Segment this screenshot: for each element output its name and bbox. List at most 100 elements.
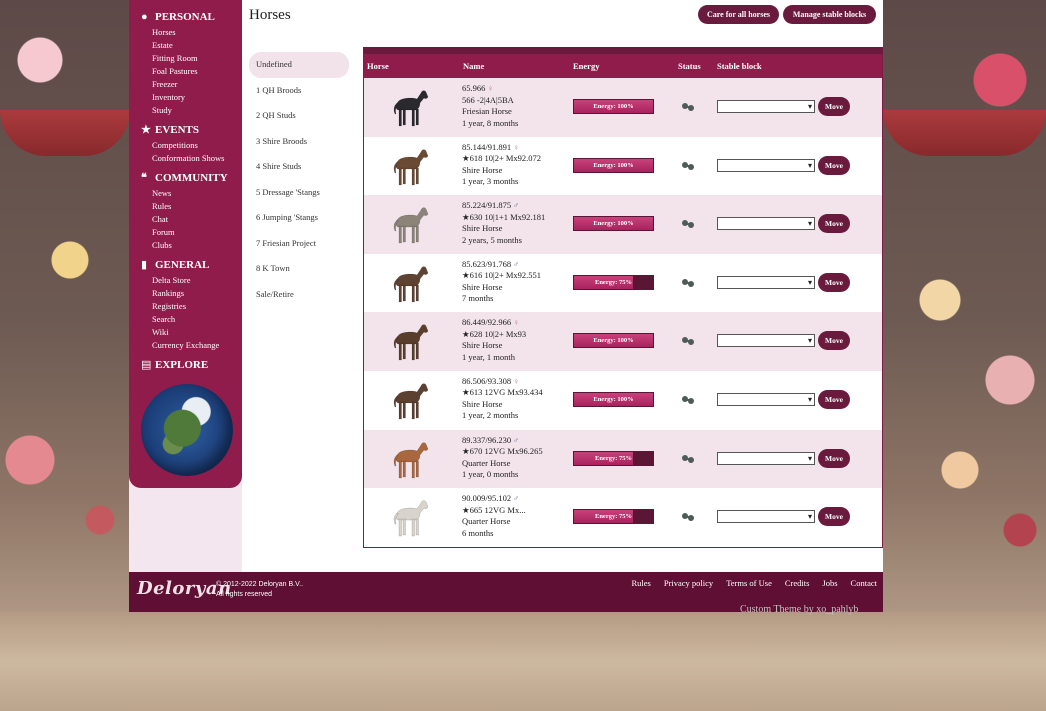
sidebar-item-search[interactable]: Search — [152, 313, 242, 326]
sidebar-item-conformation-shows[interactable]: Conformation Shows — [152, 152, 242, 165]
sidebar-item-rankings[interactable]: Rankings — [152, 287, 242, 300]
stable-block-select[interactable]: ▾ — [717, 510, 815, 524]
horse-name-cell[interactable]: 89.337/96.230 ♂ ★670 12VG Mx96.265 Quarter … — [462, 435, 543, 481]
explore-globe-map[interactable] — [141, 384, 233, 476]
stable-block-item[interactable]: Sale/Retire — [249, 282, 349, 308]
stable-block-select[interactable]: ▾ — [717, 275, 815, 289]
sidebar-item-study[interactable]: Study — [152, 104, 242, 117]
move-button[interactable]: Move — [818, 272, 850, 292]
move-button[interactable]: Move — [818, 448, 850, 468]
table-row: 85.224/91.875 ♂ ★630 10|1+1 Mx92.181 Shire … — [364, 195, 882, 254]
status-horseshoe-icon[interactable] — [681, 160, 695, 172]
stable-block-select[interactable]: ▾ — [717, 451, 815, 465]
sidebar-item-delta-store[interactable]: Delta Store — [152, 274, 242, 287]
status-horseshoe-icon[interactable] — [681, 277, 695, 289]
horse-image[interactable] — [384, 436, 432, 482]
status-horseshoe-icon[interactable] — [681, 453, 695, 465]
move-button[interactable]: Move — [818, 389, 850, 409]
sidebar-item-news[interactable]: News — [152, 187, 242, 200]
stable-block-item[interactable]: 7 Friesian Project — [249, 231, 349, 257]
care-all-horses-button[interactable]: Care for all horses — [698, 5, 779, 24]
move-button[interactable]: Move — [818, 331, 850, 351]
stable-block-select[interactable]: ▾ — [717, 392, 815, 406]
status-horseshoe-icon[interactable] — [681, 335, 695, 347]
footer-link-rules[interactable]: Rules — [631, 578, 650, 588]
stable-block-item[interactable]: 3 Shire Broods — [249, 129, 349, 155]
gender-icon: ♂ — [513, 435, 520, 445]
stable-block-select[interactable]: ▾ — [717, 334, 815, 348]
horse-score-line: 90.009/95.102 ♂ — [462, 493, 526, 505]
move-button[interactable]: Move — [818, 97, 850, 116]
sidebar-section-community[interactable]: ❝ COMMUNITY — [129, 169, 242, 187]
horse-name-cell[interactable]: 65.966 ♀ 566 -2|4A|5BA Friesian Horse 1 year… — [462, 83, 518, 129]
horse-image[interactable] — [384, 377, 432, 423]
gender-icon: ♀ — [513, 318, 520, 328]
footer-link-credits[interactable]: Credits — [785, 578, 810, 588]
stable-block-item[interactable]: 6 Jumping 'Stangs — [249, 205, 349, 231]
chevron-down-icon: ▾ — [807, 160, 812, 170]
sidebar-item-freezer[interactable]: Freezer — [152, 78, 242, 91]
status-horseshoe-icon[interactable] — [681, 101, 695, 113]
manage-stable-blocks-button[interactable]: Manage stable blocks — [783, 5, 876, 24]
sidebar-item-registries[interactable]: Registries — [152, 300, 242, 313]
sidebar-item-clubs[interactable]: Clubs — [152, 239, 242, 252]
move-button[interactable]: Move — [818, 155, 850, 175]
background-drape-right — [883, 110, 1046, 156]
column-status: Status — [678, 61, 701, 71]
horse-image[interactable] — [384, 318, 432, 364]
sidebar-item-wiki[interactable]: Wiki — [152, 326, 242, 339]
horse-image[interactable] — [384, 494, 432, 540]
sidebar-item-competitions[interactable]: Competitions — [152, 139, 242, 152]
status-horseshoe-icon[interactable] — [681, 218, 695, 230]
sidebar-item-rules[interactable]: Rules — [152, 200, 242, 213]
theme-credit: Custom Theme by xo_pahlyb — [740, 604, 859, 615]
energy-label: Energy: 100% — [593, 220, 634, 228]
horse-score: 65.966 — [462, 83, 486, 93]
stable-block-select[interactable]: ▾ — [717, 158, 815, 172]
footer-link-contact[interactable]: Contact — [851, 578, 877, 588]
footer-link-terms-of-use[interactable]: Terms of Use — [726, 578, 772, 588]
footer-link-jobs[interactable]: Jobs — [822, 578, 837, 588]
stable-block-select[interactable]: ▾ — [717, 100, 815, 113]
footer-link-privacy-policy[interactable]: Privacy policy — [664, 578, 713, 588]
move-button[interactable]: Move — [818, 214, 850, 234]
horse-breed: Quarter Horse — [462, 457, 511, 468]
sidebar-section-general[interactable]: ▮ GENERAL — [129, 256, 242, 274]
horse-image[interactable] — [384, 201, 432, 247]
sidebar-section-events[interactable]: ★ EVENTS — [129, 121, 242, 139]
horse-breed: Friesian Horse — [462, 106, 512, 116]
status-horseshoe-icon[interactable] — [681, 511, 695, 523]
stable-block-item[interactable]: 4 Shire Studs — [249, 154, 349, 180]
sidebar-item-foal-pastures[interactable]: Foal Pastures — [152, 65, 242, 78]
horse-image[interactable] — [384, 84, 432, 130]
horse-name-cell[interactable]: 85.623/91.768 ♂ ★616 10|2+ Mx92.551 Shire H… — [462, 259, 541, 305]
horse-breed: Quarter Horse — [462, 516, 511, 527]
status-horseshoe-icon[interactable] — [681, 394, 695, 406]
sidebar-section-personal[interactable]: ● PERSONAL — [129, 8, 242, 26]
sidebar-item-currency-exchange[interactable]: Currency Exchange — [152, 339, 242, 352]
stable-block-item[interactable]: 2 QH Studs — [249, 103, 349, 129]
horse-name-cell[interactable]: 85.224/91.875 ♂ ★630 10|1+1 Mx92.181 Shire … — [462, 200, 545, 246]
stable-block-item[interactable]: 8 K Town — [249, 256, 349, 282]
horse-image[interactable] — [384, 143, 432, 189]
horse-name-cell[interactable]: 86.506/93.308 ♀ ★613 12VG Mx93.434 Shire Ho… — [462, 376, 543, 422]
move-button[interactable]: Move — [818, 507, 850, 527]
sidebar-item-fitting-room[interactable]: Fitting Room — [152, 52, 242, 65]
stable-block-item[interactable]: Undefined — [249, 52, 349, 78]
sidebar-item-forum[interactable]: Forum — [152, 226, 242, 239]
horse-breed: Shire Horse — [462, 164, 503, 175]
sidebar-item-chat[interactable]: Chat — [152, 213, 242, 226]
horse-image[interactable] — [384, 260, 432, 306]
stable-block-item[interactable]: 5 Dressage 'Stangs — [249, 180, 349, 206]
stable-block-select[interactable]: ▾ — [717, 217, 815, 231]
stable-block-item[interactable]: 1 QH Broods — [249, 78, 349, 104]
sidebar-section-explore[interactable]: ▤ EXPLORE — [129, 356, 242, 374]
horse-name-cell[interactable]: 85.144/91.891 ♀ ★618 10|2+ Mx92.072 Shire H… — [462, 142, 541, 188]
gender-icon: ♂ — [513, 494, 520, 504]
chevron-down-icon: ▾ — [807, 219, 812, 229]
sidebar-item-estate[interactable]: Estate — [152, 39, 242, 52]
horse-name-cell[interactable]: 86.449/92.966 ♀ ★628 10|2+ Mx93 Shire Horse… — [462, 317, 526, 363]
horse-name-cell[interactable]: 90.009/95.102 ♂ ★665 12VG Mx... Quarter Hor… — [462, 493, 526, 539]
sidebar-item-inventory[interactable]: Inventory — [152, 91, 242, 104]
sidebar-item-horses[interactable]: Horses — [152, 26, 242, 39]
